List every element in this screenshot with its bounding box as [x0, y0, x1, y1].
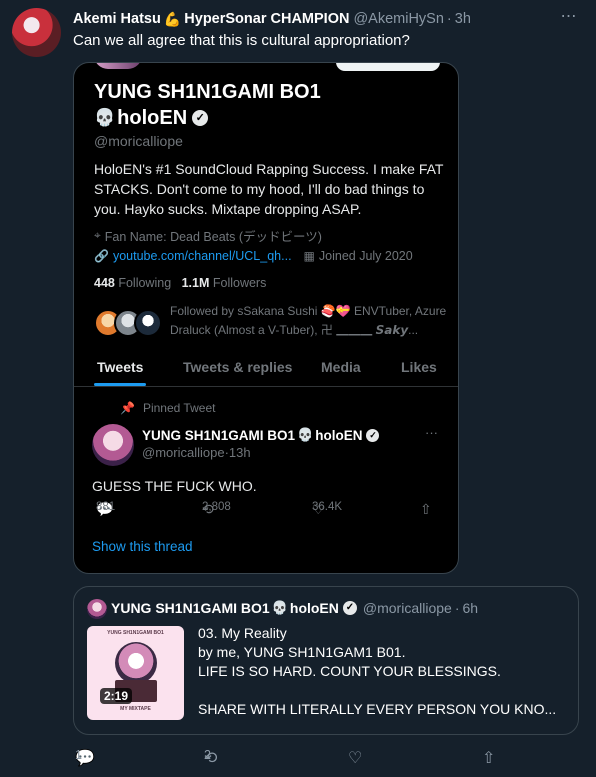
pinned-author-suffix: holoEN — [315, 427, 363, 443]
quoted-header: YUNG SH1N1GAMI BO1 💀 holoEN ✓ @moricalli… — [111, 600, 478, 616]
separator-dot: · — [454, 600, 460, 616]
pinned-handle-time: @moricalliope·13h — [142, 445, 251, 460]
pinned-handle: @moricalliope — [142, 445, 225, 460]
tab-media: Media — [321, 359, 361, 375]
profile-action-button-crop — [336, 63, 440, 71]
retweet-count: 2 — [204, 748, 211, 762]
profile-avatar-crop — [94, 63, 142, 69]
share-icon: ⇧ — [482, 750, 496, 767]
tab-likes: Likes — [401, 359, 437, 375]
retweet-count: 2,808 — [202, 501, 231, 513]
quoted-video-thumbnail[interactable]: YUNG SH1N1GAMI BO1 MY MIXTAPE 2:19 — [87, 626, 184, 720]
more-options-icon: ··· — [425, 425, 438, 440]
pinned-text: Pinned Tweet — [142, 401, 216, 415]
author-name[interactable]: Akemi Hatsu — [73, 11, 161, 27]
verified-icon: ✓ — [192, 110, 209, 126]
verified-icon: ✓ — [366, 428, 380, 442]
avatar — [134, 309, 162, 337]
quoted-author-suffix: holoEN — [289, 600, 339, 616]
like-icon: ♡ — [348, 750, 363, 767]
quoted-line: 03. My Reality — [198, 625, 287, 641]
tweet-image[interactable]: YUNG SH1N1GAMI BO1 💀 holoEN ✓ @moricalli… — [73, 62, 459, 574]
pinned-label: 📌 Pinned Tweet — [120, 401, 215, 415]
author-name-suffix[interactable]: HyperSonar CHAMPION — [184, 11, 349, 27]
quoted-author-name: YUNG SH1N1GAMI BO1 — [111, 600, 270, 616]
share-icon: ⇧ — [420, 501, 432, 517]
show-thread-link: Show this thread — [92, 539, 193, 554]
link-icon: 🔗 — [94, 249, 109, 263]
following-count: 448 — [94, 276, 115, 290]
author-avatar[interactable] — [12, 8, 61, 57]
profile-name-line2: 💀 holoEN ✓ — [94, 105, 209, 131]
thumbnail-character — [115, 642, 157, 684]
quoted-avatar — [87, 599, 107, 619]
tab-tweets-replies: Tweets & replies — [183, 359, 293, 375]
reply-count: 881 — [96, 501, 116, 513]
follow-counts: 448 Following 1.1M Followers — [94, 276, 266, 290]
pinned-time: 13h — [228, 445, 251, 460]
verified-icon: ✓ — [342, 601, 357, 615]
pinned-tweet-actions: 💬 881 ⟲ 2,808 ♡ 36.4K ⇧ — [92, 501, 442, 521]
video-duration: 2:19 — [100, 688, 133, 704]
quoted-line: SHARE WITH LITERALLY EVERY PERSON YOU KN… — [198, 701, 557, 717]
profile-meta: 🔗 youtube.com/channel/UCL_qh... ▦ Joined… — [94, 249, 413, 263]
pinned-author: YUNG SH1N1GAMI BO1 💀 holoEN ✓ — [142, 427, 380, 443]
calendar-icon: ▦ — [303, 249, 315, 263]
like-count: 36.4K — [312, 501, 343, 513]
thumbnail-title: YUNG SH1N1GAMI BO1 — [107, 630, 164, 636]
skull-icon: 💀 — [297, 427, 314, 442]
quoted-time: 6h — [462, 600, 479, 616]
fan-name: Fan Name: Dead Beats (デッドビーツ) — [104, 230, 322, 244]
author-handle[interactable]: @AkemiHySn — [353, 11, 443, 27]
profile-bio: HoloEN's #1 SoundCloud Rapping Success. … — [94, 161, 444, 217]
muscle-icon: 💪 — [163, 10, 182, 27]
quoted-handle: @moricalliope — [362, 600, 452, 616]
quoted-text: 03. My Reality by me, YUNG SH1N1GAM1 B01… — [198, 624, 568, 719]
thumbnail-subtitle: MY MIXTAPE — [120, 706, 151, 712]
followers-you-know-avatars — [94, 309, 166, 339]
pinned-author-name: YUNG SH1N1GAMI BO1 — [142, 427, 296, 443]
active-tab-indicator — [94, 383, 146, 386]
tweet-actions: 💬 1 ⟲ 2 ♡ ⇧ — [73, 748, 513, 768]
tweet-text: Can we all agree that this is cultural a… — [73, 32, 410, 49]
profile-location: ⌖ Fan Name: Dead Beats (デッドビーツ) — [94, 226, 322, 245]
tweet-header: Akemi Hatsu 💪 HyperSonar CHAMPION @Akemi… — [73, 9, 582, 29]
following-label: Following — [118, 276, 172, 290]
profile-name-suffix: holoEN — [117, 107, 188, 129]
profile-link: youtube.com/channel/UCL_qh... — [112, 249, 292, 263]
followers-label: Followers — [212, 276, 267, 290]
separator-dot: · — [446, 11, 452, 27]
more-options-icon[interactable]: ⋯ — [556, 6, 582, 28]
quoted-line: LIFE IS SO HARD. COUNT YOUR BLESSINGS. — [198, 663, 501, 679]
pinned-avatar — [92, 424, 134, 466]
skull-icon: 💀 — [94, 108, 116, 127]
reply-count: 1 — [75, 748, 82, 762]
joined-date: Joined July 2020 — [318, 249, 413, 263]
location-icon: ⌖ — [94, 228, 101, 242]
followed-by-text: Followed by sSakana Sushi 🍣💝 ENVTuber, A… — [170, 304, 447, 337]
pinned-tweet-text: GUESS THE FUCK WHO. — [92, 478, 257, 494]
pin-icon: 📌 — [120, 401, 135, 415]
quoted-tweet[interactable]: YUNG SH1N1GAMI BO1 💀 holoEN ✓ @moricalli… — [73, 586, 579, 735]
tab-tweets: Tweets — [97, 359, 144, 375]
profile-handle: @moricalliope — [94, 133, 183, 149]
skull-icon: 💀 — [271, 600, 288, 615]
profile-tabs: Tweets Tweets & replies Media Likes — [74, 353, 458, 387]
quoted-line: by me, YUNG SH1N1GAM1 B01. — [198, 644, 406, 660]
profile-name: YUNG SH1N1GAMI BO1 — [94, 81, 321, 103]
followers-count: 1.1M — [181, 276, 210, 290]
tweet-time[interactable]: 3h — [455, 11, 471, 27]
